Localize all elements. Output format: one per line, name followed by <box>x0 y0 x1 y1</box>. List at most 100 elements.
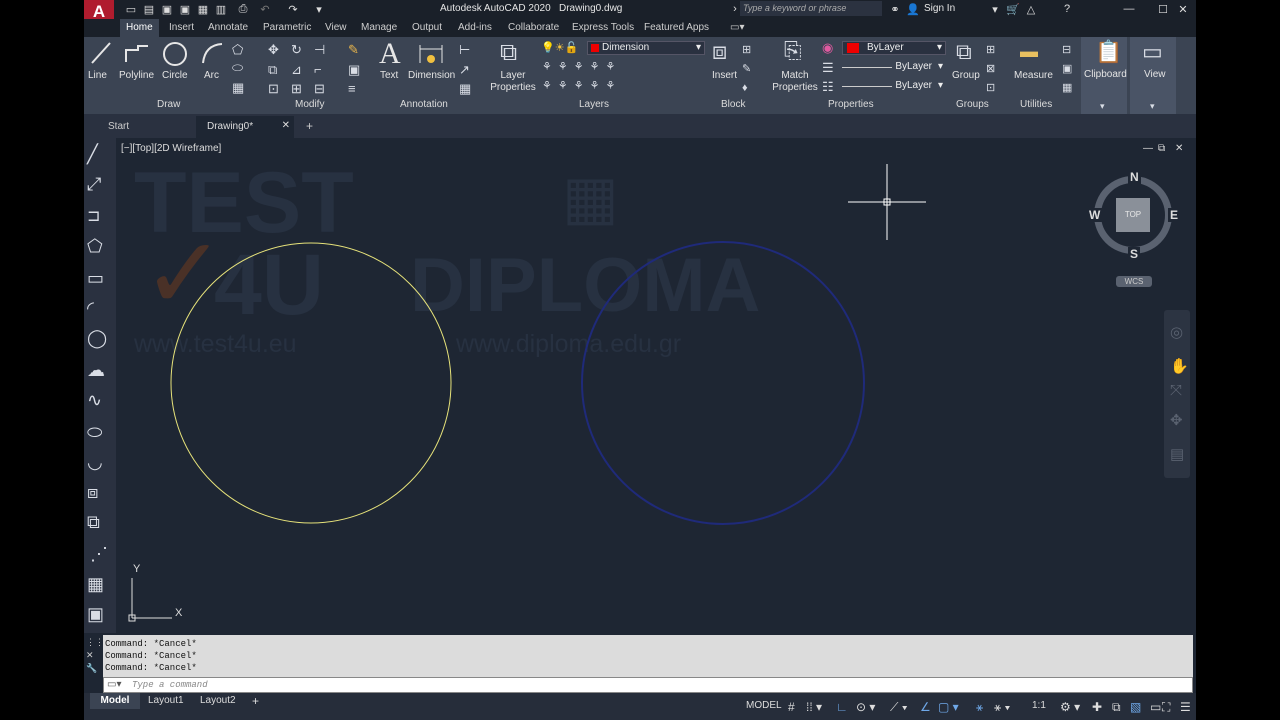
offset-icon[interactable]: ≡ <box>348 82 356 95</box>
hatch-tool-icon[interactable]: ▦ <box>87 575 104 593</box>
text-icon[interactable]: A <box>379 39 401 69</box>
qat-menu-icon[interactable]: ▾ <box>312 2 326 16</box>
rectangle-tool-icon[interactable]: ▭ <box>87 269 104 287</box>
text-button[interactable]: Text <box>380 70 398 81</box>
search-input[interactable]: Type a keyword or phrase <box>743 3 846 13</box>
wcs-dropdown[interactable]: WCS <box>1116 276 1152 287</box>
snap-icon[interactable]: ⁞⁞ ▾ <box>806 700 822 714</box>
ellipse-arc-tool-icon[interactable]: ◡ <box>87 453 103 471</box>
isodraft-icon[interactable]: ⟋ ▾ <box>890 700 908 715</box>
dimension-icon[interactable] <box>417 41 445 67</box>
make-block-tool-icon[interactable]: ⧉ <box>87 513 100 531</box>
match-properties-button[interactable]: Match Properties <box>772 70 818 94</box>
color-wheel-icon[interactable]: ◉ <box>822 41 833 54</box>
ellipse-icon[interactable]: ⬭ <box>232 61 243 74</box>
mirror-icon[interactable]: ⊿ <box>291 63 302 76</box>
sign-in-link[interactable]: Sign In <box>924 3 955 14</box>
open-icon[interactable]: ▤ <box>142 2 156 16</box>
annotation-panel-label[interactable]: Annotation <box>400 99 448 110</box>
command-input-field[interactable]: ▭▾ Type a command <box>103 677 1193 693</box>
sign-in-dropdown-icon[interactable]: ▾ <box>988 2 1002 16</box>
ellipse-tool-icon[interactable]: ⬭ <box>87 423 102 441</box>
properties-panel-label[interactable]: Properties <box>828 99 874 110</box>
point-tool-icon[interactable]: ⋰ <box>90 545 108 563</box>
annotation-visibility-icon[interactable]: ⚹ <box>976 700 983 715</box>
stretch-icon[interactable]: ⊡ <box>268 82 279 95</box>
tab-add-ins[interactable]: Add-ins <box>458 22 492 33</box>
layer-properties-icon[interactable]: ⧉ <box>500 41 517 65</box>
clipboard-expand-icon[interactable]: ▾ <box>1100 100 1105 113</box>
tab-output[interactable]: Output <box>412 22 442 33</box>
polyline-icon[interactable] <box>124 42 150 64</box>
layer-tools-row1[interactable]: ⚘⚘⚘⚘⚘ <box>542 61 621 74</box>
paste-icon[interactable]: 📋 <box>1095 41 1122 63</box>
rotate-icon[interactable]: ↻ <box>291 43 302 56</box>
arc-button[interactable]: Arc <box>204 70 219 81</box>
gradient-tool-icon[interactable]: ▣ <box>87 605 104 623</box>
binoculars-icon[interactable]: ⚭ <box>888 2 902 16</box>
dimension-button[interactable]: Dimension <box>408 70 455 81</box>
drawing-viewport[interactable]: [−][Top][2D Wireframe] — ⧉ ✕ TEST 4U ✓ D… <box>118 138 1192 633</box>
polyline-tool-icon[interactable]: ⊐ <box>87 209 100 225</box>
measure-button[interactable]: Measure <box>1014 70 1053 81</box>
view-button[interactable]: View <box>1144 69 1166 80</box>
cloud-open-icon[interactable]: ▦ <box>196 2 210 16</box>
circle-button[interactable]: Circle <box>162 70 188 81</box>
pan-icon[interactable]: ✋ <box>1170 359 1189 374</box>
table-icon[interactable]: ▦ <box>459 82 471 95</box>
redo-icon[interactable]: ↷ <box>286 2 300 16</box>
viewcube-south[interactable]: S <box>1128 247 1141 261</box>
linear-dim-icon[interactable]: ⊢ <box>459 43 470 56</box>
line-tool-icon[interactable]: ╱ <box>87 145 98 163</box>
showmotion-icon[interactable]: ▤ <box>1170 447 1184 462</box>
customization-icon[interactable]: ☰ <box>1180 700 1191 714</box>
tab-parametric[interactable]: Parametric <box>263 22 311 33</box>
polar-icon[interactable]: ⊙ ▾ <box>856 700 875 714</box>
orbit-icon[interactable]: ✥ <box>1170 413 1183 428</box>
object-snap-tracking-icon[interactable]: ∠ <box>920 700 931 714</box>
polyline-button[interactable]: Polyline <box>119 70 154 81</box>
command-line-handle[interactable]: ⋮⋮ ✕ 🔧 <box>86 636 104 676</box>
block-tools-icons[interactable]: ⊞ ✎ ♦ <box>742 41 751 98</box>
copy-icon[interactable]: ⧉ <box>268 63 277 76</box>
insert-block-icon[interactable]: ⧈ <box>712 40 727 64</box>
undo-icon[interactable]: ↶ <box>258 2 272 16</box>
annotation-scale[interactable]: 1:1 <box>1032 700 1046 711</box>
tab-insert[interactable]: Insert <box>169 22 194 33</box>
cart-icon[interactable]: 🛒 <box>1006 2 1020 16</box>
groups-panel-label[interactable]: Groups <box>956 99 989 110</box>
layers-panel-label[interactable]: Layers <box>579 99 609 110</box>
ribbon-toggle-icon[interactable]: ▭▾ <box>730 22 744 33</box>
zoom-extents-icon[interactable]: ⤧ <box>1170 383 1182 398</box>
match-properties-icon[interactable]: ⎘ <box>784 40 802 62</box>
utilities-panel-label[interactable]: Utilities <box>1020 99 1052 110</box>
save-icon[interactable]: ▣ <box>160 2 174 16</box>
viewcube-top-face[interactable]: TOP <box>1116 198 1150 232</box>
close-icon[interactable]: ✕ <box>1176 2 1190 16</box>
view-expand-icon[interactable]: ▾ <box>1150 100 1155 113</box>
group-tools-icons[interactable]: ⊞ ⊠ ⊡ <box>986 41 995 98</box>
array-icon[interactable]: ⊟ <box>314 82 325 95</box>
revcloud-tool-icon[interactable]: ☁ <box>87 361 105 379</box>
scale-icon[interactable]: ⊞ <box>291 82 302 95</box>
auto-scale-icon[interactable]: ⚹ ▾ <box>994 700 1010 715</box>
layer-dropdown[interactable]: Dimension ▾ <box>587 41 705 55</box>
tab-model[interactable]: Model <box>90 693 140 709</box>
tab-express-tools[interactable]: Express Tools <box>572 22 634 33</box>
insert-button[interactable]: Insert <box>712 70 737 81</box>
command-input[interactable]: Type a command <box>132 680 208 690</box>
linetype-dropdown[interactable]: ByLayer ▾ <box>838 80 946 94</box>
utility-tools-icons[interactable]: ⊟ ▣ ▦ <box>1062 41 1072 98</box>
minimize-icon[interactable]: — <box>1122 2 1136 16</box>
grid-icon[interactable]: # <box>788 700 795 714</box>
linetype-icon[interactable]: ☷ <box>822 80 834 93</box>
circle-tool-icon[interactable]: ◯ <box>87 329 107 347</box>
maximize-icon[interactable]: ☐ <box>1156 2 1170 16</box>
view-icon[interactable]: ▭ <box>1142 41 1163 63</box>
search-box[interactable]: Type a keyword or phrase <box>740 1 882 16</box>
explode-icon[interactable]: ▣ <box>348 63 360 76</box>
tab-view[interactable]: View <box>325 22 347 33</box>
tab-featured-apps[interactable]: Featured Apps <box>644 22 709 33</box>
insert-block-tool-icon[interactable]: ⧈ <box>87 483 98 501</box>
polygon-tool-icon[interactable]: ⬠ <box>87 237 103 255</box>
